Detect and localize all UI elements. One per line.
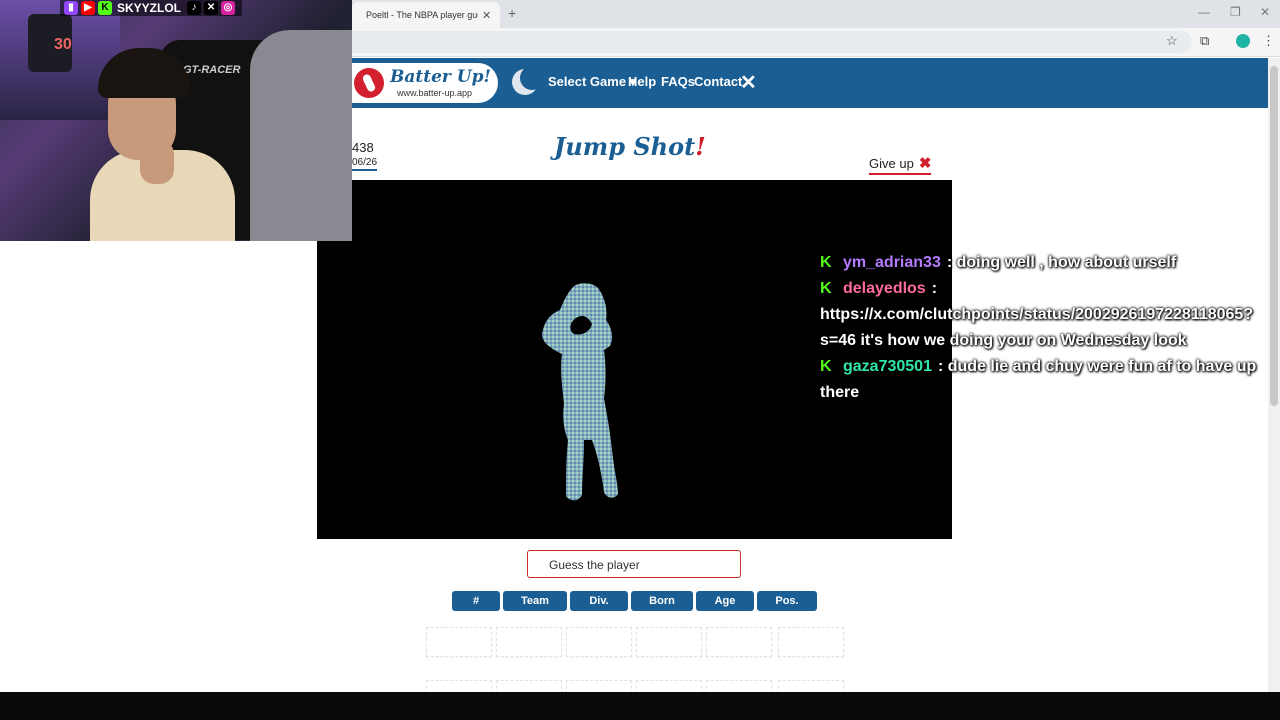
streamer-handle: SKYYZLOL [117, 1, 182, 15]
guess-cell [778, 627, 844, 657]
guess-cell [426, 627, 492, 657]
tab-title: Poeltl - The NBPA player guess [366, 10, 478, 20]
twitch-icon: ▮ [64, 1, 78, 15]
browser-tabbar: Poeltl - The NBPA player guess ✕ + — ❐ ✕ [352, 0, 1280, 28]
chair-brand: GT-RACER [183, 64, 241, 76]
kick-badge-icon: K [820, 254, 832, 271]
extensions-icon[interactable]: ⧉ [1200, 33, 1209, 49]
social-handle-bar: ▮ ▶ K SKYYZLOL ♪ ✕ ◎ [60, 0, 243, 16]
kick-badge-icon: K [820, 280, 832, 297]
guess-player-input[interactable]: Guess the player [527, 550, 741, 578]
tab-close-icon[interactable]: ✕ [482, 9, 491, 22]
logo-title: Batter Up! [390, 67, 491, 87]
give-up-button[interactable]: Give up ✖ [869, 154, 932, 175]
nav-contact-link[interactable]: Contact [694, 74, 742, 89]
chat-text: : doing well , how about urself [946, 254, 1177, 271]
youtube-icon: ▶ [81, 1, 95, 15]
pillow [250, 30, 352, 241]
instagram-icon: ◎ [221, 1, 236, 15]
browser-menu-icon[interactable]: ⋮ [1262, 33, 1275, 49]
screen-bottom-bar [0, 692, 1280, 720]
logo-url: www.batter-up.app [397, 88, 473, 98]
chat-message: Kdelayedlos: https://x.com/clutchpoints/… [820, 276, 1280, 354]
guess-cell [636, 627, 702, 657]
game-title-text: Jump Shot [554, 132, 696, 161]
streamer-hand [140, 140, 174, 184]
guess-cell [566, 627, 632, 657]
x-twitter-icon[interactable]: ✕ [740, 70, 757, 95]
extension-icon[interactable] [1236, 34, 1250, 48]
guess-cell [496, 627, 562, 657]
guess-cell [706, 627, 772, 657]
chat-message: Kym_adrian33 : doing well , how about urs… [820, 250, 1280, 276]
kick-icon: K [98, 1, 112, 15]
guess-placeholder: Guess the player [549, 558, 640, 572]
puzzle-date[interactable]: 06/26 [352, 157, 378, 171]
chat-username: ym_adrian33 [843, 254, 941, 271]
maximize-icon[interactable]: ❐ [1230, 5, 1241, 19]
new-tab-icon[interactable]: + [508, 5, 516, 21]
window-close-icon[interactable]: ✕ [1260, 5, 1270, 19]
jersey-number: 30 [54, 36, 72, 53]
chat-message: Kgaza730501: dude lie and chuy were fun … [820, 354, 1280, 406]
address-bar[interactable] [352, 31, 1192, 53]
kick-badge-icon: K [820, 358, 832, 375]
tiktok-icon: ♪ [187, 1, 202, 15]
baseball-logo-icon [354, 68, 384, 98]
nav-faqs-link[interactable]: FAQs [661, 74, 695, 89]
chat-username: gaza730501 [843, 358, 932, 375]
give-up-x-icon: ✖ [918, 155, 932, 172]
browser-tab[interactable]: Poeltl - The NBPA player guess ✕ [352, 2, 500, 28]
browser-toolbar: ☆ ⧉ ⋮ [352, 28, 1280, 57]
col-header-division: Div. [570, 591, 628, 611]
give-up-label: Give up [869, 156, 914, 171]
minimize-icon[interactable]: — [1198, 5, 1210, 19]
site-navbar: Batter Up! www.batter-up.app Select Game… [352, 58, 1268, 108]
bookmark-star-icon[interactable]: ☆ [1166, 33, 1178, 49]
streamer-webcam: 30 GT-RACER ▮ ▶ K SKYYZLOL ♪ ✕ ◎ [0, 0, 352, 241]
nav-help-link[interactable]: Help [628, 74, 656, 89]
select-game-dropdown[interactable]: Select Game ▾ [548, 74, 636, 90]
puzzle-number: 438 [352, 140, 374, 155]
game-title: Jump Shot! [554, 132, 706, 161]
col-header-age: Age [696, 591, 754, 611]
col-header-position: Pos. [757, 591, 817, 611]
game-title-exclaim: ! [695, 132, 706, 161]
col-header-number: # [452, 591, 500, 611]
chat-username: delayedlos [843, 280, 926, 297]
col-header-team: Team [503, 591, 567, 611]
col-header-born: Born [631, 591, 693, 611]
x-icon: ✕ [204, 1, 219, 15]
dark-mode-moon-icon[interactable] [512, 66, 544, 95]
site-logo[interactable]: Batter Up! www.batter-up.app [352, 63, 498, 103]
stream-chat-overlay: Kym_adrian33 : doing well , how about urs… [820, 250, 1280, 406]
player-silhouette [542, 283, 618, 501]
